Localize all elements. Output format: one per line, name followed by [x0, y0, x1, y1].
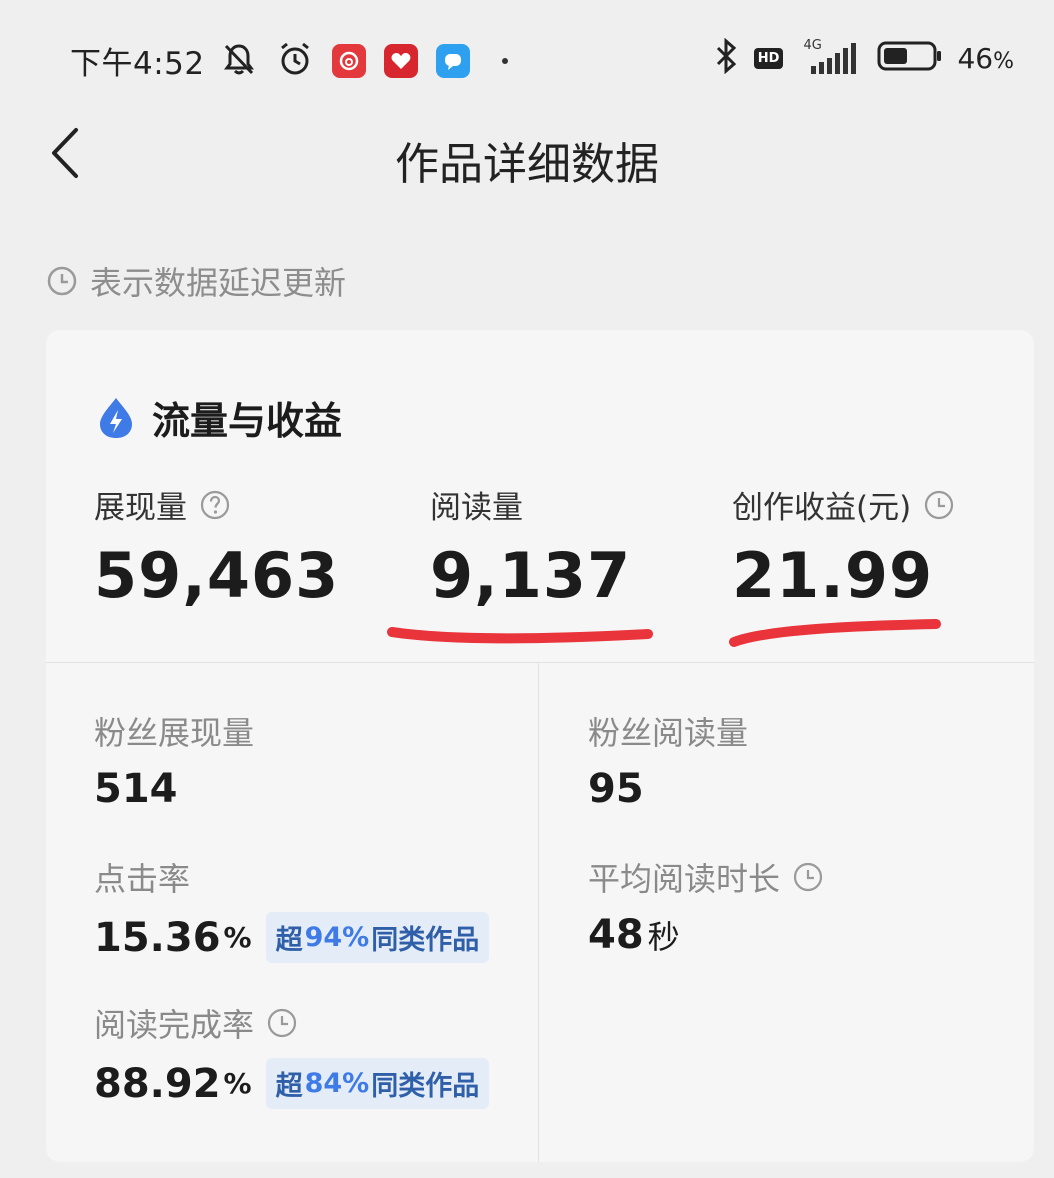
help-icon[interactable] [199, 489, 231, 521]
clock-icon [793, 862, 823, 892]
avg-read-time-label: 平均阅读时长 [588, 860, 781, 898]
clock-icon [267, 1008, 297, 1038]
battery-percent: 46% [957, 42, 1014, 75]
ctr-value: 15.36 [94, 914, 221, 961]
divider-vertical [538, 662, 539, 1162]
alarm-icon [276, 40, 314, 82]
completion-rate-label: 阅读完成率 [94, 1006, 255, 1044]
reads-value: 9,137 [430, 539, 632, 612]
fan-impressions-value: 514 [94, 766, 178, 812]
card-header: 流量与收益 [96, 390, 342, 445]
heart-app-icon [384, 44, 418, 78]
ctr-badge-prefix: 超 [275, 925, 303, 956]
music-app-icon [332, 44, 366, 78]
revenue-value: 21.99 [732, 539, 934, 612]
completion-compare-badge: 超 84% 同类作品 [265, 1058, 490, 1109]
clock-icon [925, 490, 954, 519]
completion-rate-unit: % [223, 1067, 252, 1100]
completion-rate-value: 88.92 [94, 1060, 221, 1107]
ctr-badge-pct: 94% [304, 922, 370, 953]
completion-badge-prefix: 超 [275, 1071, 303, 1102]
screen: 下午4:52 HD 4G 46% 作品详细数据 表示数据延迟更新 流量与收益 展… [0, 0, 1054, 1178]
fan-impressions-metric: 粉丝展现量 514 [94, 708, 254, 812]
revenue-metric: 创作收益(元) 21.99 [732, 482, 955, 612]
bluetooth-icon [714, 37, 740, 78]
avg-read-time-value: 48 [588, 912, 644, 958]
lightning-drop-icon [100, 397, 132, 438]
status-bar: 下午4:52 HD 4G 46% [0, 0, 1054, 120]
revenue-underline-annotation [729, 619, 941, 647]
avg-read-time-metric: 平均阅读时长 48 秒 [588, 854, 824, 958]
status-left-icons [220, 40, 508, 82]
ctr-unit: % [223, 921, 252, 954]
ctr-metric: 点击率 15.36 % 超 94% 同类作品 [94, 854, 490, 963]
clock-icon [47, 266, 77, 296]
status-right-icons: HD 4G 46% [714, 37, 1014, 78]
battery-icon [877, 40, 943, 76]
ctr-badge-suffix: 同类作品 [371, 925, 480, 956]
hd-badge: HD [753, 47, 784, 69]
card-title: 流量与收益 [152, 399, 343, 443]
completion-badge-suffix: 同类作品 [371, 1071, 480, 1102]
divider-horizontal [46, 662, 1034, 663]
completion-rate-metric: 阅读完成率 88.92 % 超 84% 同类作品 [94, 1000, 490, 1109]
mute-bell-icon [220, 40, 258, 82]
reads-metric: 阅读量 9,137 [430, 482, 631, 612]
completion-badge-pct: 84% [304, 1068, 370, 1099]
fan-reads-metric: 粉丝阅读量 95 [588, 708, 748, 812]
more-notifications-dot [502, 58, 508, 64]
battery-unit: % [993, 48, 1014, 74]
delay-note-text: 表示数据延迟更新 [90, 264, 347, 302]
traffic-revenue-card: 流量与收益 展现量 59,463 阅读量 9,137 创作收益(元) 21.99… [46, 330, 1034, 1162]
fan-impressions-label: 粉丝展现量 [94, 714, 255, 752]
avg-read-time-unit: 秒 [647, 918, 680, 956]
ctr-compare-badge: 超 94% 同类作品 [265, 912, 490, 963]
impressions-value: 59,463 [94, 539, 340, 612]
fan-reads-label: 粉丝阅读量 [588, 714, 749, 752]
chat-app-icon [436, 44, 470, 78]
status-time: 下午4:52 [70, 46, 205, 82]
revenue-label: 创作收益(元) [732, 490, 912, 526]
impressions-label: 展现量 [94, 490, 187, 526]
delay-note: 表示数据延迟更新 [46, 258, 346, 304]
reads-underline-annotation [387, 627, 653, 644]
page-title: 作品详细数据 [395, 139, 659, 190]
ctr-label: 点击率 [94, 860, 191, 898]
fan-reads-value: 95 [588, 766, 644, 812]
signal-icon: 4G [797, 38, 863, 76]
battery-value: 46 [957, 41, 994, 75]
impressions-metric: 展现量 59,463 [94, 482, 339, 612]
reads-label: 阅读量 [430, 490, 523, 526]
